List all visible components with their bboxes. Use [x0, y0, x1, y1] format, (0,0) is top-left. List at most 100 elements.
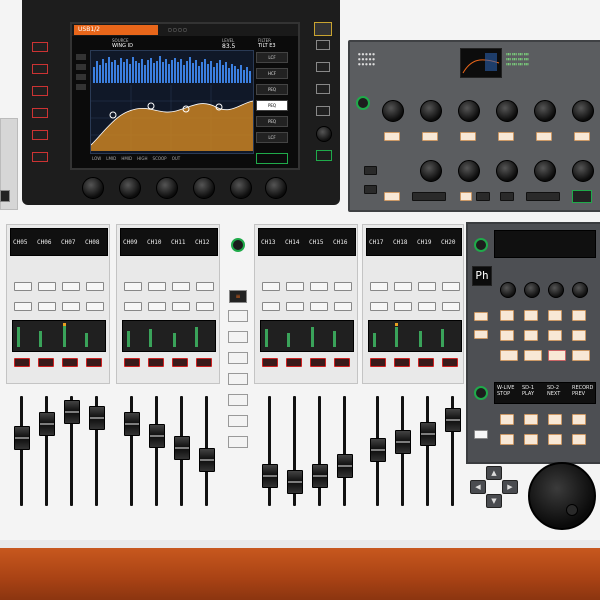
transport-green-button[interactable] [474, 386, 488, 400]
cs-button-5[interactable] [536, 132, 552, 141]
select-button[interactable] [172, 282, 190, 291]
solo-button[interactable] [310, 302, 328, 311]
nav-left-button[interactable]: ◀ [470, 480, 486, 494]
cs-knob-7[interactable] [420, 160, 442, 182]
nav-right-button[interactable]: ▶ [502, 480, 518, 494]
layer-button[interactable] [228, 394, 248, 406]
solo-button[interactable] [124, 302, 142, 311]
custom-button[interactable] [500, 310, 514, 321]
layer-green-button[interactable] [231, 238, 245, 252]
custom-button[interactable] [572, 330, 586, 341]
transport-button[interactable] [524, 434, 538, 445]
transport-button[interactable] [524, 414, 538, 425]
solo-button[interactable] [196, 302, 214, 311]
select-button[interactable] [196, 282, 214, 291]
select-button[interactable] [262, 282, 280, 291]
solo-button[interactable] [172, 302, 190, 311]
screen-right-button-3[interactable] [316, 84, 330, 94]
screen-knob-2[interactable] [119, 177, 141, 199]
select-button[interactable] [334, 282, 352, 291]
mute-button[interactable] [442, 358, 458, 367]
mute-button[interactable] [38, 358, 54, 367]
cs-button-7[interactable] [384, 192, 400, 201]
cs-knob-2[interactable] [420, 100, 442, 122]
screen-side-knob[interactable] [316, 126, 332, 142]
transport-button[interactable] [500, 434, 514, 445]
select-button[interactable] [310, 282, 328, 291]
side-menu-item-selected[interactable]: PEQ [256, 100, 288, 111]
transport-button[interactable] [572, 434, 586, 445]
cs-eq-shape-button-1[interactable] [412, 192, 446, 201]
mute-button[interactable] [334, 358, 350, 367]
side-menu-item[interactable]: LCF [256, 132, 288, 143]
channel-fader[interactable] [174, 436, 190, 460]
layer-button[interactable] [228, 373, 248, 385]
select-button[interactable] [38, 282, 56, 291]
side-menu-green-button[interactable] [256, 153, 288, 164]
cs-knob-4[interactable] [496, 100, 518, 122]
custom-button[interactable] [524, 330, 538, 341]
select-button[interactable] [14, 282, 32, 291]
transport-button[interactable] [572, 414, 586, 425]
cs-knob-3[interactable] [458, 100, 480, 122]
channel-fader[interactable] [149, 424, 165, 448]
channel-fader[interactable] [64, 400, 80, 424]
screen-right-button-1[interactable] [316, 40, 330, 50]
select-button[interactable] [394, 282, 412, 291]
filter-value[interactable]: TILT E3 [258, 43, 276, 49]
layer-button[interactable] [228, 310, 248, 322]
cs-eq-shape-button-3[interactable] [500, 192, 514, 201]
select-button[interactable] [124, 282, 142, 291]
mute-button[interactable] [370, 358, 386, 367]
side-menu-item[interactable]: HCF [256, 68, 288, 79]
solo-button[interactable] [14, 302, 32, 311]
custom-knob-1[interactable] [500, 282, 516, 298]
layer-button[interactable] [228, 415, 248, 427]
side-menu-item[interactable]: PEQ [256, 84, 288, 95]
custom-knob-2[interactable] [524, 282, 540, 298]
select-button[interactable] [370, 282, 388, 291]
solo-button[interactable] [418, 302, 436, 311]
cs-button-1[interactable] [384, 132, 400, 141]
cs-knob-11[interactable] [572, 160, 594, 182]
cs-button-2[interactable] [422, 132, 438, 141]
jog-wheel[interactable] [528, 462, 596, 530]
cs-knob-10[interactable] [534, 160, 556, 182]
layer-button[interactable] [228, 331, 248, 343]
mute-button[interactable] [86, 358, 102, 367]
solo-button[interactable] [148, 302, 166, 311]
cs-button-8[interactable] [460, 192, 472, 201]
transport-button[interactable] [500, 414, 514, 425]
select-button[interactable] [62, 282, 80, 291]
screen-knob-5[interactable] [230, 177, 252, 199]
transport-side-button[interactable] [474, 430, 488, 439]
solo-button[interactable] [286, 302, 304, 311]
channel-fader[interactable] [370, 438, 386, 462]
channel-fader[interactable] [312, 464, 328, 488]
custom-button[interactable] [500, 350, 518, 361]
screen-knob-3[interactable] [156, 177, 178, 199]
mute-button[interactable] [14, 358, 30, 367]
mute-button[interactable] [262, 358, 278, 367]
mute-button[interactable] [394, 358, 410, 367]
custom-side-button[interactable] [474, 312, 488, 321]
solo-button[interactable] [62, 302, 80, 311]
custom-knob-4[interactable] [572, 282, 588, 298]
select-button[interactable] [148, 282, 166, 291]
channel-fader[interactable] [262, 464, 278, 488]
solo-button[interactable] [334, 302, 352, 311]
cs-green-button-top[interactable] [356, 96, 370, 110]
cs-knob-5[interactable] [534, 100, 556, 122]
cs-knob-1[interactable] [382, 100, 404, 122]
custom-button[interactable] [548, 310, 562, 321]
screen-left-button-6[interactable] [32, 152, 48, 162]
screen-left-button-1[interactable] [32, 42, 48, 52]
select-button[interactable] [286, 282, 304, 291]
channel-fader[interactable] [124, 412, 140, 436]
solo-button[interactable] [394, 302, 412, 311]
side-menu-item[interactable]: LCF [256, 52, 288, 63]
cs-listen-button[interactable] [572, 190, 592, 203]
select-button[interactable] [86, 282, 104, 291]
solo-button[interactable] [86, 302, 104, 311]
custom-button[interactable] [524, 310, 538, 321]
